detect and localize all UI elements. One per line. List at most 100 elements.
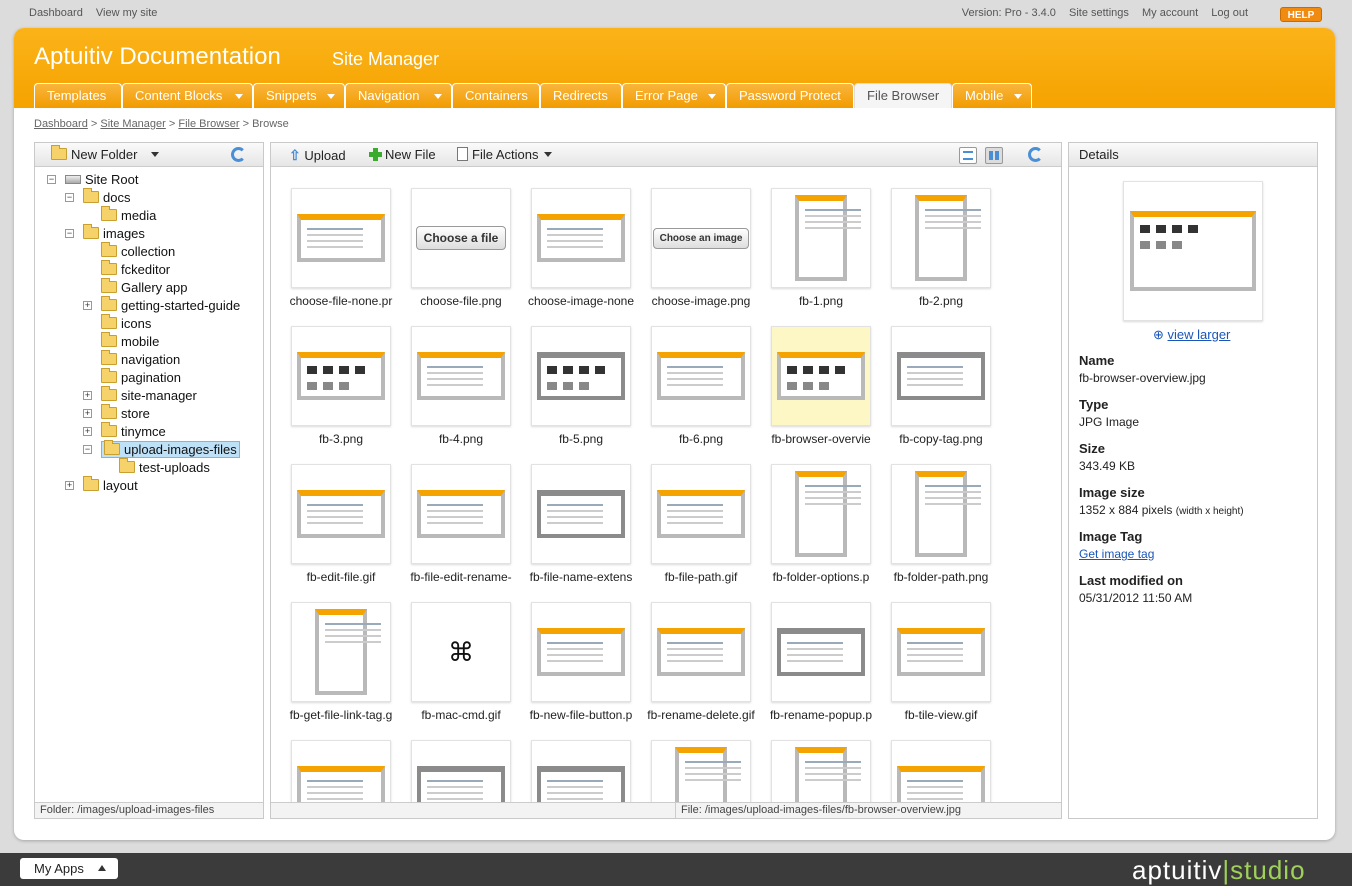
- tree-node[interactable]: + store: [83, 404, 150, 423]
- tree-node[interactable]: + layout: [65, 476, 138, 495]
- tab-password-protect[interactable]: Password Protect: [726, 83, 854, 108]
- tree-node[interactable]: icons: [83, 314, 151, 333]
- tree-node[interactable]: + getting-started-guide: [83, 296, 240, 315]
- collapse-right-handle[interactable]: [1063, 461, 1068, 489]
- tab-containers[interactable]: Containers: [452, 83, 540, 108]
- help-button[interactable]: HELP: [1280, 7, 1322, 22]
- tab-navigation[interactable]: Navigation: [345, 83, 452, 108]
- tree-node[interactable]: navigation: [83, 350, 180, 369]
- new-folder-button[interactable]: New Folder: [51, 145, 160, 163]
- expand-icon[interactable]: +: [83, 409, 92, 418]
- file-thumbnail[interactable]: [891, 740, 1011, 802]
- file-thumbnail[interactable]: [291, 740, 411, 802]
- collapse-icon[interactable]: −: [65, 193, 74, 202]
- thumbnail-frame: [531, 464, 631, 564]
- file-thumbnail[interactable]: ⌘ fb-mac-cmd.gif: [411, 602, 531, 727]
- tree-node[interactable]: fckeditor: [83, 260, 170, 279]
- file-thumbnail[interactable]: fb-file-name-extens: [530, 464, 651, 589]
- my-account-link[interactable]: My account: [1142, 7, 1198, 19]
- image-preview: [675, 747, 741, 802]
- file-actions-button[interactable]: File Actions: [457, 147, 553, 163]
- expand-icon[interactable]: +: [83, 391, 92, 400]
- tab-content-blocks[interactable]: Content Blocks: [122, 83, 253, 108]
- file-thumbnail[interactable]: fb-1.png: [771, 188, 891, 313]
- details-title: Details: [1079, 147, 1119, 162]
- file-thumbnail[interactable]: fb-folder-path.png: [891, 464, 1011, 589]
- file-thumbnail[interactable]: fb-4.png: [411, 326, 531, 451]
- tree-node[interactable]: test-uploads: [101, 458, 210, 477]
- view-site-link[interactable]: View my site: [96, 7, 158, 19]
- upload-button[interactable]: ⇧ Upload: [289, 147, 346, 164]
- logout-link[interactable]: Log out: [1211, 7, 1248, 19]
- tab-templates[interactable]: Templates: [34, 83, 122, 108]
- resize-handle-left[interactable]: [265, 461, 270, 489]
- tree-node[interactable]: collection: [83, 242, 175, 261]
- tree-node[interactable]: − images: [65, 224, 145, 243]
- tree-node[interactable]: pagination: [83, 368, 181, 387]
- modified-label: Last modified on: [1079, 573, 1183, 588]
- tab-mobile[interactable]: Mobile: [952, 83, 1032, 108]
- file-thumbnail[interactable]: fb-5.png: [531, 326, 651, 451]
- file-thumbnail[interactable]: fb-folder-options.p: [771, 464, 891, 589]
- expand-icon[interactable]: +: [83, 427, 92, 436]
- file-thumbnail[interactable]: choose-image-none: [528, 188, 651, 313]
- list-view-icon[interactable]: [959, 147, 977, 164]
- breadcrumb-dashboard[interactable]: Dashboard: [34, 118, 88, 130]
- file-name: fb-2.png: [918, 294, 964, 308]
- refresh-icon[interactable]: [231, 147, 246, 162]
- file-thumbnail[interactable]: fb-browser-overvie: [771, 326, 891, 451]
- breadcrumb-site-manager[interactable]: Site Manager: [100, 118, 165, 130]
- image-preview: [297, 352, 385, 400]
- file-thumbnail[interactable]: fb-6.png: [651, 326, 771, 451]
- file-thumbnail[interactable]: fb-copy-tag.png: [891, 326, 1011, 451]
- tree-node[interactable]: − docs: [65, 188, 130, 207]
- file-thumbnail[interactable]: [411, 740, 531, 802]
- folder-toolbar: New Folder: [35, 143, 263, 167]
- tree-node[interactable]: mobile: [83, 332, 159, 351]
- tab-snippets[interactable]: Snippets: [253, 83, 345, 108]
- file-thumbnail[interactable]: fb-tile-view.gif: [891, 602, 1011, 727]
- file-thumbnail[interactable]: fb-new-file-button.p: [530, 602, 651, 727]
- my-apps-button[interactable]: My Apps: [20, 858, 118, 879]
- tree-node-content: collection: [101, 242, 175, 259]
- file-thumbnail[interactable]: [651, 740, 771, 802]
- file-thumbnail[interactable]: fb-rename-delete.gif: [647, 602, 771, 727]
- tree-node[interactable]: media: [83, 206, 156, 225]
- tree-node[interactable]: Gallery app: [83, 278, 187, 297]
- file-thumbnail[interactable]: Choose an image choose-image.png: [651, 188, 771, 313]
- refresh-icon[interactable]: [1028, 147, 1043, 162]
- get-image-tag-link[interactable]: Get image tag: [1079, 547, 1154, 561]
- file-thumbnail[interactable]: fb-3.png: [291, 326, 411, 451]
- file-thumbnail[interactable]: fb-2.png: [891, 188, 1011, 313]
- folder-icon: [119, 458, 135, 473]
- tree-node[interactable]: + tinymce: [83, 422, 166, 441]
- file-thumbnail[interactable]: [531, 740, 651, 802]
- file-thumbnail[interactable]: fb-rename-popup.p: [770, 602, 891, 727]
- tree-node[interactable]: − upload-images-files: [83, 440, 240, 459]
- tile-view-icon[interactable]: [985, 147, 1003, 164]
- file-thumbnail[interactable]: fb-file-path.gif: [651, 464, 771, 589]
- file-thumbnail[interactable]: fb-edit-file.gif: [291, 464, 411, 589]
- file-thumbnail[interactable]: choose-file-none.pr: [290, 188, 411, 313]
- collapse-icon[interactable]: −: [65, 229, 74, 238]
- dashboard-link[interactable]: Dashboard: [29, 7, 83, 19]
- file-thumbnail[interactable]: fb-get-file-link-tag.g: [290, 602, 411, 727]
- tree-node[interactable]: + site-manager: [83, 386, 197, 405]
- new-file-button[interactable]: New File: [369, 147, 436, 163]
- expand-icon[interactable]: +: [65, 481, 74, 490]
- tab-file-browser[interactable]: File Browser: [854, 83, 952, 108]
- breadcrumb-file-browser[interactable]: File Browser: [178, 118, 239, 130]
- file-thumbnail[interactable]: Choose a file choose-file.png: [411, 188, 531, 313]
- expand-icon[interactable]: +: [83, 301, 92, 310]
- collapse-icon[interactable]: −: [83, 445, 92, 454]
- site-settings-link[interactable]: Site settings: [1069, 7, 1129, 19]
- tab-redirects[interactable]: Redirects: [540, 83, 622, 108]
- file-thumbnail[interactable]: [771, 740, 891, 802]
- preview-thumbnail[interactable]: [1123, 181, 1263, 321]
- collapse-icon[interactable]: −: [47, 175, 56, 184]
- view-larger-link[interactable]: ⊕ view larger: [1153, 327, 1230, 343]
- tree-node[interactable]: − Site Root: [47, 171, 138, 189]
- tab-error-page[interactable]: Error Page: [622, 83, 726, 108]
- file-thumbnail[interactable]: fb-file-edit-rename-: [410, 464, 531, 589]
- file-name: fb-3.png: [318, 432, 364, 446]
